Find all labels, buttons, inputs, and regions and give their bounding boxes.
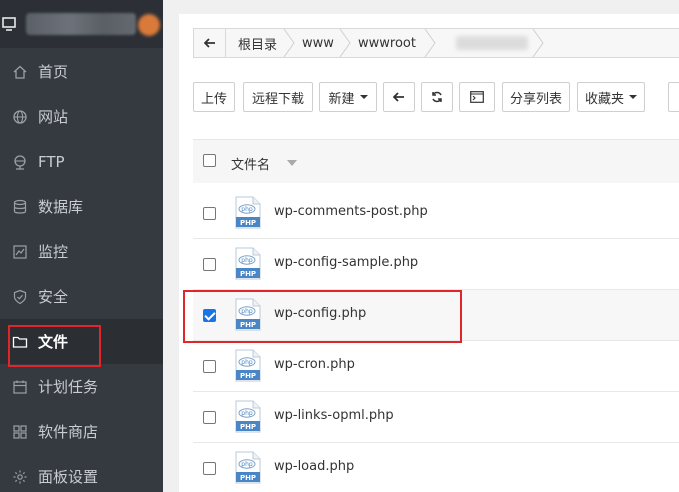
sidebar-item-home[interactable]: 首页 — [0, 49, 163, 94]
crumb-wwwroot[interactable]: wwwroot — [358, 29, 416, 57]
calendar-icon — [12, 379, 28, 395]
php-icon-label-top: php — [241, 461, 253, 468]
shield-icon — [12, 289, 28, 305]
sidebar-item-ftp[interactable]: FTP — [0, 139, 163, 184]
file-name[interactable]: wp-comments-post.php — [274, 204, 428, 219]
php-file-icon: php PHP — [235, 247, 261, 280]
monitor-icon — [12, 244, 28, 260]
highlight-box-wp-config — [183, 290, 462, 343]
column-header-filename[interactable]: 文件名 — [231, 154, 270, 173]
apps-icon — [12, 424, 28, 440]
php-file-icon: php PHP — [235, 349, 261, 382]
sidebar-item-label: 数据库 — [38, 198, 84, 216]
sidebar: 首页 网站 FTP 数据库 监控 安全 文件 计划任务 软件商店 面板设置 — [0, 0, 163, 492]
globe-icon — [12, 109, 28, 125]
table-row[interactable]: php PHP wp-comments-post.php — [193, 188, 679, 239]
php-icon-label: PHP — [240, 372, 256, 380]
sidebar-item-label: 安全 — [38, 288, 69, 306]
sidebar-item-website[interactable]: 网站 — [0, 94, 163, 139]
database-icon — [12, 199, 28, 215]
php-icon-label-top: php — [241, 359, 253, 366]
sidebar-item-monitor[interactable]: 监控 — [0, 229, 163, 274]
remote-download-button[interactable]: 远程下载 — [243, 82, 313, 112]
sidebar-item-store[interactable]: 软件商店 — [0, 409, 163, 454]
arrow-left-icon — [203, 38, 215, 48]
chevron-right-icon — [532, 29, 544, 57]
sidebar-header — [0, 0, 163, 48]
crumb-root[interactable]: 根目录 — [238, 29, 277, 57]
sidebar-item-label: 计划任务 — [38, 378, 99, 396]
file-name[interactable]: wp-load.php — [274, 459, 354, 474]
sidebar-item-label: 首页 — [38, 63, 69, 81]
php-icon-label-top: php — [241, 206, 253, 213]
sort-down-icon[interactable] — [287, 160, 297, 166]
crumb-blurred-domain[interactable] — [456, 36, 528, 50]
php-icon-label-top: php — [241, 410, 253, 417]
new-button-label: 新建 — [328, 91, 355, 107]
chevron-right-icon — [424, 29, 436, 57]
select-all-checkbox[interactable] — [203, 154, 216, 167]
php-icon-label: PHP — [240, 219, 256, 227]
sidebar-item-label: FTP — [38, 152, 65, 171]
row-checkbox[interactable] — [203, 360, 216, 373]
share-list-button[interactable]: 分享列表 — [502, 82, 570, 112]
sidebar-item-label: 软件商店 — [38, 423, 99, 441]
gear-icon — [12, 469, 28, 485]
chevron-right-icon — [339, 29, 351, 57]
sidebar-item-label: 网站 — [38, 108, 69, 126]
table-header: 文件名 — [193, 139, 679, 183]
terminal-button[interactable] — [459, 82, 495, 112]
table-row[interactable]: php PHP wp-config-sample.php — [193, 239, 679, 290]
sidebar-item-label: 监控 — [38, 243, 69, 261]
table-row[interactable]: php PHP wp-cron.php — [193, 341, 679, 392]
favorites-button-label: 收藏夹 — [584, 91, 624, 107]
php-icon-label: PHP — [240, 474, 256, 482]
path-breadcrumb: 根目录 www wwwroot — [193, 28, 679, 58]
table-row[interactable]: php PHP wp-load.php — [193, 443, 679, 492]
blurred-badge — [138, 14, 160, 36]
php-file-icon: php PHP — [235, 196, 261, 229]
sidebar-item-database[interactable]: 数据库 — [0, 184, 163, 229]
row-checkbox[interactable] — [203, 462, 216, 475]
caret-down-icon — [359, 95, 368, 99]
sidebar-item-label: 面板设置 — [38, 468, 99, 486]
refresh-button[interactable] — [421, 82, 453, 112]
highlight-box-files — [8, 325, 101, 367]
table-row[interactable]: php PHP wp-links-opml.php — [193, 392, 679, 443]
back-button[interactable] — [383, 82, 415, 112]
php-icon-label-top: php — [241, 257, 253, 264]
blurred-host-name — [26, 13, 136, 35]
php-file-icon: php PHP — [235, 451, 261, 484]
home-icon — [12, 64, 28, 80]
crumb-www[interactable]: www — [302, 29, 334, 57]
monitor-logo-icon — [2, 17, 16, 31]
sidebar-item-settings[interactable]: 面板设置 — [0, 454, 163, 492]
sidebar-item-cron[interactable]: 计划任务 — [0, 364, 163, 409]
path-back-button[interactable] — [194, 29, 226, 57]
upload-button[interactable]: 上传 — [193, 82, 235, 112]
sidebar-item-security[interactable]: 安全 — [0, 274, 163, 319]
new-dropdown-button[interactable]: 新建 — [319, 82, 377, 112]
php-icon-label: PHP — [240, 270, 256, 278]
toolbar-overflow-button[interactable] — [668, 82, 679, 112]
php-file-icon: php PHP — [235, 400, 261, 433]
refresh-icon — [432, 91, 442, 103]
row-checkbox[interactable] — [203, 411, 216, 424]
file-name[interactable]: wp-cron.php — [274, 357, 355, 372]
php-icon-label: PHP — [240, 423, 256, 431]
chevron-right-icon — [283, 29, 295, 57]
arrow-left-icon — [393, 92, 404, 102]
ftp-globe-icon — [12, 154, 28, 170]
terminal-icon — [470, 91, 484, 103]
file-name[interactable]: wp-links-opml.php — [274, 408, 394, 423]
row-checkbox[interactable] — [203, 207, 216, 220]
row-checkbox[interactable] — [203, 258, 216, 271]
favorites-dropdown-button[interactable]: 收藏夹 — [577, 82, 645, 112]
caret-down-icon — [629, 95, 637, 99]
file-manager-panel: 根目录 www wwwroot 上传 远程下载 新建 分享列表 收藏夹 文件名 — [179, 14, 679, 492]
file-name[interactable]: wp-config-sample.php — [274, 255, 418, 270]
